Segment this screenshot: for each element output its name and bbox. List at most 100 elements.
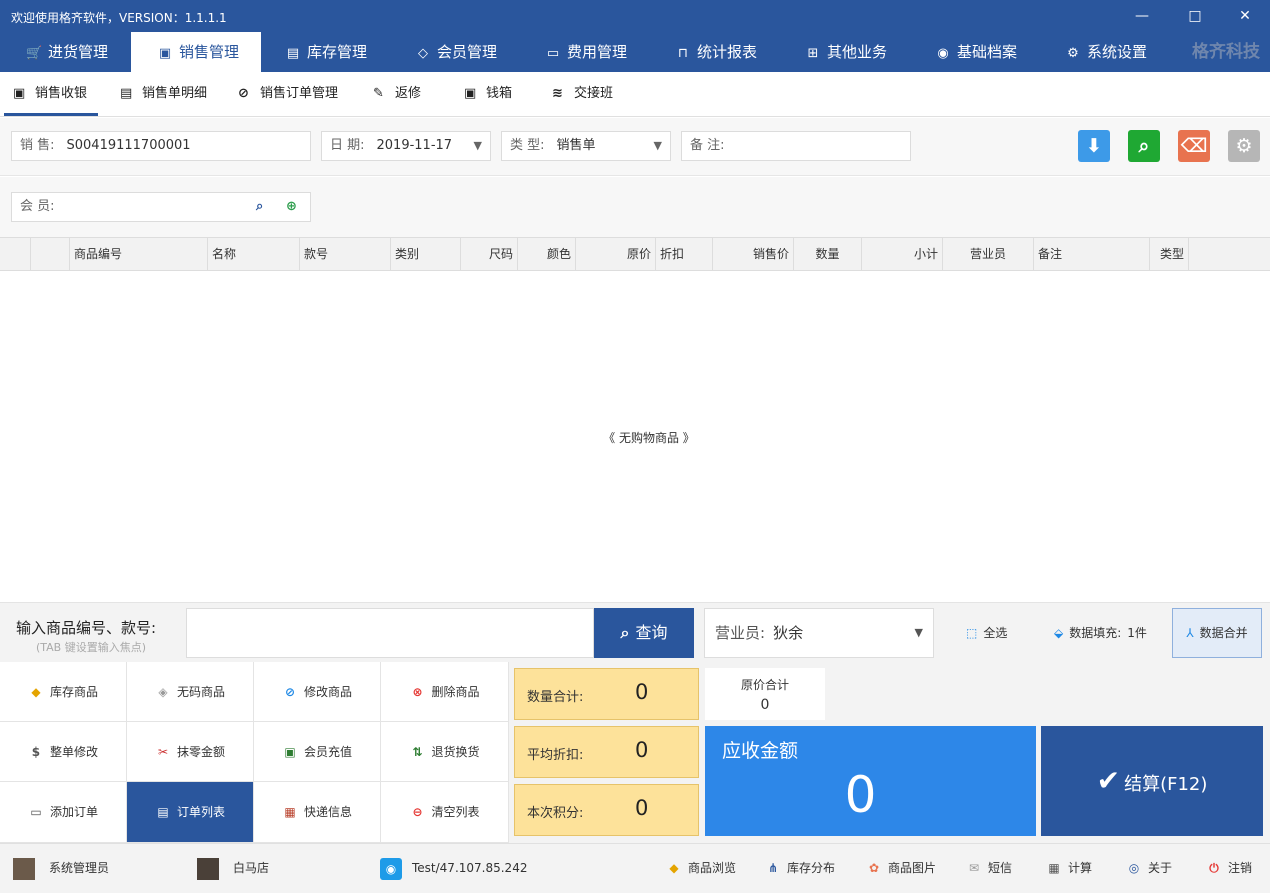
order-list-button[interactable]: ▤ 订单列表 xyxy=(127,782,254,843)
express-icon: ▦ xyxy=(284,805,296,819)
warehouse-icon: ▤ xyxy=(286,46,300,61)
search-button[interactable]: ⌕ xyxy=(1128,130,1160,162)
chevron-down-icon: ▼ xyxy=(473,139,482,152)
tab-sales[interactable]: ▣ 销售管理 xyxy=(131,32,261,72)
column-header[interactable]: 销售价 xyxy=(713,238,794,270)
calculator-icon: ▦ xyxy=(1048,861,1060,875)
note-field[interactable]: 备 注: xyxy=(681,131,911,161)
delete-goods-button[interactable]: ⊗ 删除商品 xyxy=(381,662,509,722)
chevron-down-icon: ▼ xyxy=(914,626,923,639)
about-icon: ◎ xyxy=(1128,861,1140,875)
stock-icon: ◆ xyxy=(31,685,41,699)
no-barcode-button[interactable]: ◈ 无码商品 xyxy=(127,662,254,722)
check-icon: ✔ xyxy=(1096,764,1121,797)
express-info-button[interactable]: ▦ 快递信息 xyxy=(254,782,381,843)
sms-link[interactable]: ✉ 短信 xyxy=(966,844,1012,892)
subtab-sales-orders[interactable]: ⊘ 销售订单管理 xyxy=(238,72,338,116)
subtab-cashbox[interactable]: ▣ 钱箱 xyxy=(464,72,512,116)
tag-icon: ◈ xyxy=(158,685,168,699)
logout-link[interactable]: ⏻ 注销 xyxy=(1206,844,1252,892)
points-box: 本次积分: 0 xyxy=(514,784,699,836)
about-link[interactable]: ◎ 关于 xyxy=(1126,844,1172,892)
download-icon: ⬇ xyxy=(1086,135,1102,157)
gear-icon: ⚙ xyxy=(1067,46,1079,61)
stock-goods-button[interactable]: ◆ 库存商品 xyxy=(0,662,127,722)
action-button-grid: ◆ 库存商品 ◈ 无码商品 ⊘ 修改商品 ⊗ 删除商品 $ 整单修改 ✂ 抹零金额 ▣ 会员充… xyxy=(0,662,509,843)
data-merge-button[interactable]: ⅄ 数据合并 xyxy=(1172,608,1262,658)
round-off-button[interactable]: ✂ 抹零金额 xyxy=(127,722,254,782)
date-field[interactable]: 日 期: 2019-11-17 ▼ xyxy=(321,131,491,161)
column-header[interactable]: 款号 xyxy=(300,238,391,270)
close-button[interactable]: ✕ xyxy=(1228,4,1262,28)
calculator-link[interactable]: ▦ 计算 xyxy=(1046,844,1092,892)
browse-icon: ◆ xyxy=(669,861,679,875)
sale-number-field[interactable]: 销 售: S00419111700001 xyxy=(11,131,311,161)
checkout-button[interactable]: ✔ 结算(F12) xyxy=(1041,726,1263,836)
salesman-select[interactable]: 营业员: 狄余 ▼ xyxy=(704,608,934,658)
type-select[interactable]: 类 型: 销售单 ▼ xyxy=(501,131,671,161)
column-header[interactable]: 类型 xyxy=(1150,238,1189,270)
order-form: 销 售: S00419111700001 日 期: 2019-11-17 ▼ 类 型:… xyxy=(0,118,1270,176)
column-header[interactable]: 数量 xyxy=(794,238,862,270)
tab-member[interactable]: ◇ 会员管理 xyxy=(407,32,519,72)
main-nav: 🛒 进货管理 ▣ 销售管理 ▤ 库存管理 ◇ 会员管理 ▭ 费用管理 ⊓ 统计报表 ⊞ 其他业… xyxy=(0,32,1270,72)
settings-button[interactable]: ⚙ xyxy=(1228,130,1260,162)
current-user: 系统管理员 xyxy=(13,844,109,892)
product-grid-header: 商品编号 名称 款号 类别 尺码 颜色 原价 折扣 销售价 数量 小计 营业员 … xyxy=(0,237,1270,271)
column-header[interactable]: 商品编号 xyxy=(70,238,208,270)
edit-goods-button[interactable]: ⊘ 修改商品 xyxy=(254,662,381,722)
member-recharge-button[interactable]: ▣ 会员充值 xyxy=(254,722,381,782)
tab-expense[interactable]: ▭ 费用管理 xyxy=(537,32,649,72)
image-icon: ✿ xyxy=(868,861,880,875)
add-member-icon[interactable]: ⊕ xyxy=(286,193,297,221)
column-header[interactable]: 原价 xyxy=(576,238,656,270)
add-order-button[interactable]: ▭ 添加订单 xyxy=(0,782,127,843)
column-header[interactable]: 营业员 xyxy=(943,238,1034,270)
column-header[interactable]: 尺码 xyxy=(461,238,518,270)
product-grid-body: 《 无购物商品 》 xyxy=(0,271,1270,602)
dollar-icon: $ xyxy=(31,745,41,759)
whole-order-edit-button[interactable]: $ 整单修改 xyxy=(0,722,127,782)
stock-distribution-link[interactable]: ⋔ 库存分布 xyxy=(765,844,835,892)
empty-cart-message: 《 无购物商品 》 xyxy=(603,431,695,445)
eraser-button[interactable]: ⌫ xyxy=(1178,130,1210,162)
eraser-icon: ⌫ xyxy=(1180,135,1208,157)
maximize-button[interactable]: □ xyxy=(1178,4,1212,28)
column-header[interactable]: 备注 xyxy=(1034,238,1150,270)
gear-icon: ⚙ xyxy=(1235,135,1253,157)
subtab-repair[interactable]: ✎ 返修 xyxy=(373,72,421,116)
checkbox-header[interactable] xyxy=(31,238,70,270)
column-header[interactable]: 类别 xyxy=(391,238,461,270)
minimize-button[interactable]: — xyxy=(1125,4,1159,28)
query-button[interactable]: ⌕ 查询 xyxy=(594,608,694,658)
goods-image-link[interactable]: ✿ 商品图片 xyxy=(866,844,936,892)
goods-browse-link[interactable]: ◆ 商品浏览 xyxy=(666,844,736,892)
column-header[interactable]: 折扣 xyxy=(656,238,713,270)
search-icon[interactable]: ⌕ xyxy=(256,193,263,221)
return-exchange-button[interactable]: ⇅ 退货换货 xyxy=(381,722,509,782)
tab-settings[interactable]: ⚙ 系统设置 xyxy=(1057,32,1169,72)
subtab-sales-cashier[interactable]: ▣ 销售收银 xyxy=(4,72,98,116)
download-button[interactable]: ⬇ xyxy=(1078,130,1110,162)
tab-reports[interactable]: ⊓ 统计报表 xyxy=(667,32,779,72)
subtab-shift[interactable]: ≋ 交接班 xyxy=(552,72,613,116)
column-header[interactable]: 小计 xyxy=(862,238,943,270)
report-icon: ⊓ xyxy=(677,46,689,61)
tab-basic-data[interactable]: ◉ 基础档案 xyxy=(927,32,1039,72)
column-header[interactable]: 颜色 xyxy=(518,238,576,270)
subtab-sales-detail[interactable]: ▤ 销售单明细 xyxy=(120,72,207,116)
column-header[interactable]: 名称 xyxy=(208,238,300,270)
tab-other[interactable]: ⊞ 其他业务 xyxy=(797,32,909,72)
member-field[interactable]: 会 员: ⌕ ⊕ xyxy=(11,192,311,222)
store-avatar xyxy=(197,857,219,880)
orig-price-total-box: 原价合计 0 xyxy=(705,668,825,720)
data-fill-button[interactable]: ⬙ 数据填充: 1件 xyxy=(1054,608,1147,658)
product-code-input[interactable] xyxy=(186,608,594,658)
receivable-box: 应收金额 0 xyxy=(705,726,1036,836)
share-icon: ⋔ xyxy=(767,861,779,875)
add-order-icon: ▭ xyxy=(30,805,42,819)
clear-list-button[interactable]: ⊖ 清空列表 xyxy=(381,782,509,843)
select-all-button[interactable]: ⬚ 全选 xyxy=(966,608,1007,658)
tab-purchase[interactable]: 🛒 进货管理 xyxy=(18,32,130,72)
tab-inventory[interactable]: ▤ 库存管理 xyxy=(277,32,389,72)
